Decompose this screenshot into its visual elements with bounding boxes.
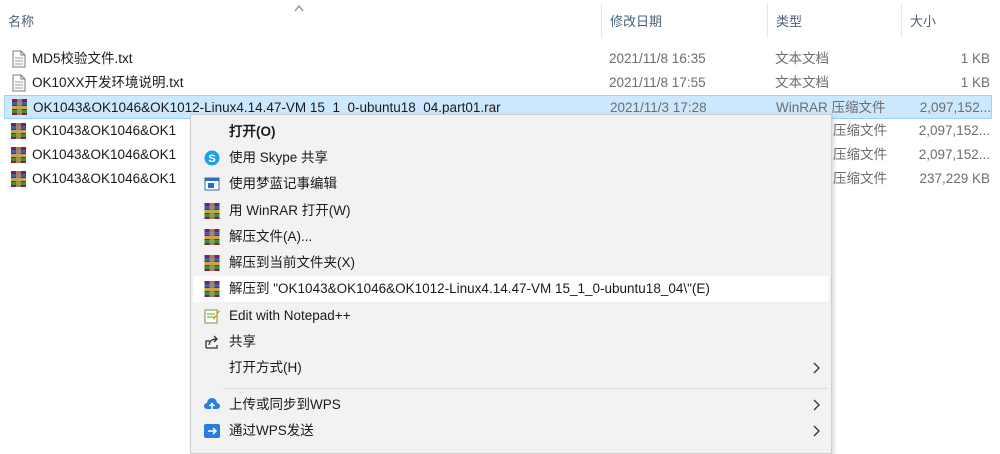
notepadpp-icon — [204, 309, 220, 324]
menu-item-open-with-winrar[interactable]: 用 WinRAR 打开(W) — [193, 198, 829, 224]
winrar-icon — [11, 147, 26, 163]
file-size: 2,097,152... — [918, 147, 990, 162]
text-file-icon — [12, 50, 26, 68]
menu-item-open[interactable]: 打开(O) — [193, 119, 829, 145]
menu-item-label: 上传或同步到WPS — [229, 397, 341, 412]
file-date: 2021/11/8 17:55 — [609, 75, 706, 90]
winrar-icon — [204, 229, 220, 245]
share-icon — [205, 335, 218, 349]
context-menu: 打开(O) S 使用 Skype 共享 使用梦蓝记事编辑 用 WinRAR 打开… — [190, 114, 832, 454]
winrar-icon — [11, 171, 26, 187]
file-type: 压缩文件 — [833, 147, 887, 162]
menu-item-label: 用 WinRAR 打开(W) — [229, 203, 351, 218]
file-size: 237,229 KB — [919, 171, 990, 186]
menu-item-label: 打开(O) — [229, 124, 276, 139]
menu-item-label: 解压到 "OK1043&OK1046&OK1012-Linux4.14.47-V… — [229, 281, 710, 296]
editor-icon — [204, 177, 220, 191]
chevron-right-icon — [813, 362, 820, 374]
chevron-right-icon — [813, 399, 820, 411]
wps-cloud-icon — [204, 398, 220, 409]
menu-item-label: 共享 — [229, 334, 256, 349]
file-type: 文本文档 — [775, 51, 829, 66]
menu-item-edit-notepadpp[interactable]: Edit with Notepad++ — [193, 303, 829, 329]
sort-ascending-icon — [294, 5, 304, 12]
menu-item-label: 通过WPS发送 — [229, 423, 314, 438]
column-header-date[interactable]: 修改日期 — [602, 0, 767, 40]
menu-separator — [223, 388, 827, 389]
file-type: 压缩文件 — [833, 123, 887, 138]
winrar-icon — [204, 203, 220, 219]
winrar-icon — [204, 255, 220, 271]
file-name: OK10XX开发环境说明.txt — [32, 75, 184, 90]
chevron-right-icon — [813, 425, 820, 437]
menu-item-extract-here[interactable]: 解压到当前文件夹(X) — [193, 250, 829, 276]
column-header-bar: 名称 修改日期 类型 大小 — [0, 0, 1000, 40]
file-size: 1 KB — [960, 75, 990, 90]
menu-item-label: 打开方式(H) — [229, 360, 302, 375]
file-row[interactable]: OK10XX开发环境说明.txt 2021/11/8 17:55 文本文档 1 … — [0, 71, 1000, 95]
menu-item-wps-upload[interactable]: 上传或同步到WPS — [193, 392, 829, 418]
menu-item-extract-to-folder[interactable]: 解压到 "OK1043&OK1046&OK1012-Linux4.14.47-V… — [193, 276, 829, 302]
menu-item-skype-share[interactable]: S 使用 Skype 共享 — [193, 145, 829, 171]
file-name: MD5校验文件.txt — [32, 51, 133, 66]
winrar-icon — [11, 123, 26, 139]
svg-text:S: S — [208, 153, 215, 165]
menu-item-edit-with-editor[interactable]: 使用梦蓝记事编辑 — [193, 171, 829, 197]
file-type: 压缩文件 — [833, 171, 887, 186]
column-header-type[interactable]: 类型 — [768, 0, 901, 40]
file-date: 2021/11/8 16:35 — [609, 51, 706, 66]
file-size: 2,097,152... — [919, 100, 991, 115]
menu-item-label: 使用 Skype 共享 — [229, 150, 329, 165]
file-type: 文本文档 — [775, 75, 829, 90]
skype-icon: S — [204, 150, 220, 166]
text-file-icon — [12, 74, 26, 92]
winrar-icon — [204, 281, 220, 297]
menu-item-label: Edit with Notepad++ — [229, 308, 351, 323]
file-size: 1 KB — [960, 51, 990, 66]
file-row[interactable]: MD5校验文件.txt 2021/11/8 16:35 文本文档 1 KB — [0, 47, 1000, 71]
menu-item-wps-send[interactable]: 通过WPS发送 — [193, 418, 829, 444]
menu-item-extract-files[interactable]: 解压文件(A)... — [193, 224, 829, 250]
menu-item-label: 解压文件(A)... — [229, 229, 313, 244]
wps-send-icon — [204, 424, 220, 438]
menu-item-label: 解压到当前文件夹(X) — [229, 255, 355, 270]
menu-item-open-with[interactable]: 打开方式(H) — [193, 355, 829, 381]
column-header-size[interactable]: 大小 — [902, 0, 1000, 40]
file-size: 2,097,152... — [918, 123, 990, 138]
menu-item-share[interactable]: 共享 — [193, 329, 829, 355]
menu-item-label: 使用梦蓝记事编辑 — [229, 176, 337, 191]
winrar-icon — [12, 99, 27, 115]
